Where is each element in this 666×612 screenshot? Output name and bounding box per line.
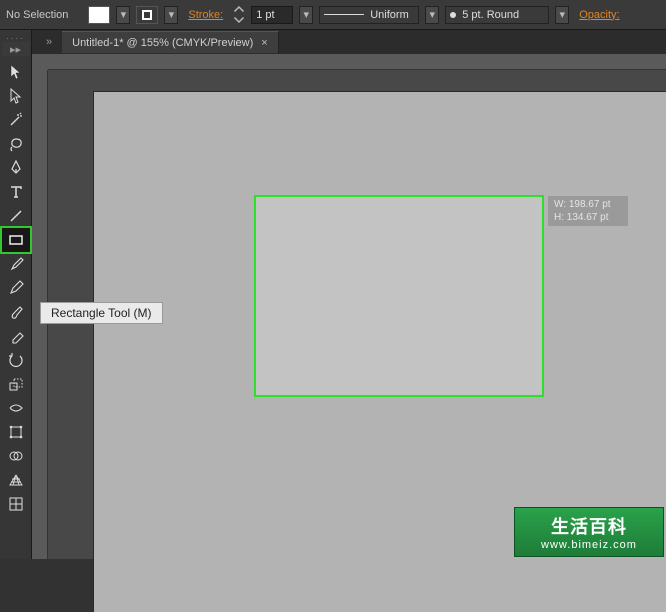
variable-width-profile[interactable]: Uniform [319, 6, 419, 24]
mesh-icon [8, 496, 24, 512]
shape-builder-tool[interactable] [2, 444, 30, 468]
pen-icon [8, 160, 24, 176]
width-tool[interactable] [2, 396, 30, 420]
ruler-origin[interactable] [32, 54, 48, 70]
horizontal-ruler[interactable] [48, 54, 666, 70]
lasso-icon [8, 136, 24, 152]
rectangle-tool[interactable] [2, 228, 30, 252]
panel-grip[interactable]: ···· [6, 34, 26, 42]
brush-label: 5 pt. Round [462, 9, 519, 21]
scale-tool[interactable] [2, 372, 30, 396]
pencil-tool[interactable] [2, 276, 30, 300]
selection-status: No Selection [6, 9, 82, 21]
shape-builder-icon [8, 448, 24, 464]
stroke-swatch[interactable] [136, 6, 158, 24]
stroke-stepper[interactable] [233, 6, 245, 24]
rotate-tool[interactable] [2, 348, 30, 372]
stroke-weight-dropdown[interactable]: ▾ [299, 6, 313, 24]
tab-overflow-icon[interactable]: » [46, 36, 62, 48]
fill-swatch[interactable] [88, 6, 110, 24]
direct-selection-tool[interactable] [2, 84, 30, 108]
watermark: 生活百科 www.bimeiz.com [514, 507, 664, 557]
fill-dropdown[interactable]: ▾ [116, 6, 130, 24]
profile-dropdown[interactable]: ▾ [425, 6, 439, 24]
document-tab[interactable]: Untitled-1* @ 155% (CMYK/Preview) × [62, 31, 279, 53]
mesh-tool[interactable] [2, 492, 30, 516]
brush-dot-icon [450, 12, 456, 18]
type-icon [8, 184, 24, 200]
selection-tool[interactable] [2, 60, 30, 84]
pen-tool[interactable] [2, 156, 30, 180]
tools-panel: ···· ▸▸ [0, 30, 32, 559]
watermark-url: www.bimeiz.com [541, 539, 637, 551]
paintbrush-tool[interactable] [2, 252, 30, 276]
drawn-rectangle[interactable] [254, 195, 544, 397]
eraser-tool[interactable] [2, 324, 30, 348]
brush-icon [8, 256, 24, 272]
width-icon [8, 400, 24, 416]
profile-label: Uniform [370, 9, 409, 21]
transform-icon [8, 424, 24, 440]
type-tool[interactable] [2, 180, 30, 204]
rotate-icon [8, 352, 24, 368]
line-icon [8, 208, 24, 224]
scale-icon [8, 376, 24, 392]
opacity-label[interactable]: Opacity: [575, 9, 623, 21]
pencil-icon [8, 280, 24, 296]
brush-definition[interactable]: 5 pt. Round [445, 6, 549, 24]
cursor-icon [8, 64, 24, 80]
blob-icon [8, 304, 24, 320]
line-segment-tool[interactable] [2, 204, 30, 228]
white-cursor-icon [8, 88, 24, 104]
document-tab-strip: » Untitled-1* @ 155% (CMYK/Preview) × [32, 30, 666, 54]
eraser-icon [8, 328, 24, 344]
stroke-dropdown[interactable]: ▾ [164, 6, 178, 24]
stroke-label[interactable]: Stroke: [184, 9, 227, 21]
close-icon[interactable]: × [261, 37, 267, 49]
tools-panel-menu[interactable]: ▸▸ [2, 42, 30, 56]
perspective-grid-tool[interactable] [2, 468, 30, 492]
magic-wand-tool[interactable] [2, 108, 30, 132]
free-transform-tool[interactable] [2, 420, 30, 444]
watermark-title: 生活百科 [551, 513, 627, 539]
uniform-line-icon [324, 14, 364, 15]
stroke-weight-input[interactable]: 1 pt [251, 6, 293, 24]
wand-icon [8, 112, 24, 128]
brush-dropdown[interactable]: ▾ [555, 6, 569, 24]
tool-tooltip: Rectangle Tool (M) [40, 302, 163, 324]
control-bar: No Selection ▾ ▾ Stroke: 1 pt ▾ Uniform … [0, 0, 666, 30]
blob-brush-tool[interactable] [2, 300, 30, 324]
dimension-tooltip: W: 198.67 pt H: 134.67 pt [548, 196, 628, 226]
rectangle-icon [8, 232, 24, 248]
document-tab-title: Untitled-1* @ 155% (CMYK/Preview) [72, 37, 253, 49]
perspective-icon [8, 472, 24, 488]
lasso-tool[interactable] [2, 132, 30, 156]
